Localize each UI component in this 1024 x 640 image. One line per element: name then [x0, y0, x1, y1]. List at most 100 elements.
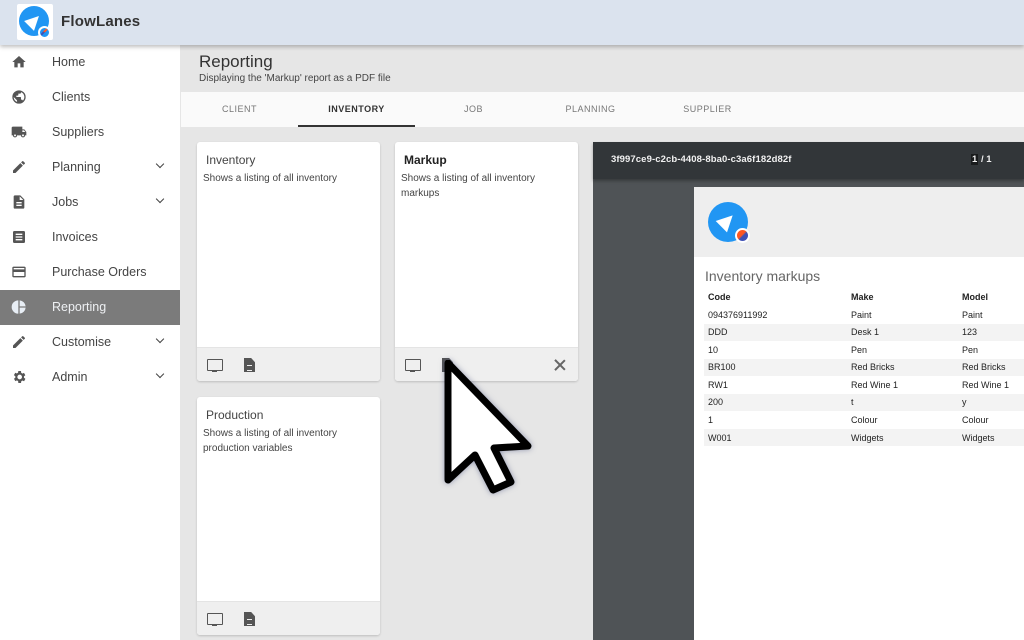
table-row: 200 t y — [704, 393, 1024, 411]
report-description: Shows a listing of all inventory — [203, 173, 337, 184]
view-on-screen-icon[interactable] — [207, 357, 223, 373]
sidebar-item-jobs[interactable]: Jobs — [0, 185, 180, 220]
pdf-toolbar: 3f997ce9-c2cb-4408-8ba0-c3a6f182d82f 1 /… — [593, 142, 1024, 179]
table-cell: 094376911992 — [704, 305, 847, 324]
table-cell: Widgets — [958, 428, 1024, 446]
sidebar-item-label: Jobs — [52, 195, 79, 209]
report-category-tabs: CLIENT INVENTORY JOB PLANNING SUPPLIER — [181, 92, 1024, 127]
sidebar-item-label: Clients — [52, 90, 91, 104]
table-cell: W001 — [704, 428, 847, 446]
report-title: Markup — [404, 153, 447, 167]
table-cell: Red Bricks — [958, 358, 1024, 376]
table-cell: Paint — [958, 305, 1024, 324]
pdf-document-icon[interactable] — [242, 357, 258, 373]
report-actions — [197, 601, 380, 635]
sidebar-item-label: Invoices — [52, 230, 98, 244]
sidebar-item-planning[interactable]: Planning — [0, 150, 180, 185]
navigation-arrow-icon — [708, 202, 750, 243]
chevron-down-icon[interactable] — [154, 370, 166, 382]
list-icon — [11, 229, 27, 245]
column-header: Model — [962, 292, 988, 303]
table-cell: 123 — [958, 323, 1024, 341]
tab-inventory[interactable]: INVENTORY — [298, 92, 415, 127]
view-on-screen-icon[interactable] — [207, 611, 223, 627]
table-cell: Pen — [958, 340, 1024, 359]
report-actions — [395, 347, 578, 381]
sidebar-item-clients[interactable]: Clients — [0, 80, 180, 115]
sidebar-item-purchase-orders[interactable]: Purchase Orders — [0, 255, 180, 290]
table-row: DDD Desk 1 123 — [704, 323, 1024, 341]
pdf-document-title: Inventory markups — [705, 268, 821, 284]
table-cell: Red Bricks — [847, 358, 958, 376]
table-row: BR100 Red Bricks Red Bricks — [704, 358, 1024, 376]
chevron-down-icon[interactable] — [154, 160, 166, 172]
page-subtitle: Displaying the 'Markup' report as a PDF … — [199, 73, 391, 84]
report-description: Shows a listing of all inventory markups — [401, 173, 535, 199]
pencil-icon — [11, 334, 27, 350]
pdf-filename: 3f997ce9-c2cb-4408-8ba0-c3a6f182d82f — [611, 154, 792, 165]
page-title: Reporting — [199, 52, 273, 71]
column-header: Code — [708, 292, 731, 303]
table-cell: t — [847, 393, 958, 411]
sidebar-item-admin[interactable]: Admin — [0, 360, 180, 395]
current-page-input[interactable]: 1 — [971, 154, 979, 165]
pie-chart-icon — [11, 299, 27, 315]
table-cell: Colour — [847, 410, 958, 429]
page-indicator: 1 / 1 — [971, 154, 992, 165]
tab-job[interactable]: JOB — [415, 92, 532, 127]
table-cell: DDD — [704, 323, 847, 341]
table-cell: Pen — [847, 340, 958, 359]
table-cell: Paint — [847, 305, 958, 324]
table-cell: 200 — [704, 393, 847, 411]
app-logo[interactable] — [17, 4, 53, 40]
table-cell: y — [958, 393, 1024, 411]
document-icon — [11, 194, 27, 210]
report-description: Shows a listing of all inventory product… — [203, 428, 337, 454]
report-card-production[interactable]: Production Shows a listing of all invent… — [197, 397, 380, 635]
table-cell: Widgets — [847, 428, 958, 446]
table-cell: Colour — [958, 410, 1024, 429]
sidebar-item-reporting[interactable]: Reporting — [0, 290, 180, 325]
report-card-markup[interactable]: Markup Shows a listing of all inventory … — [395, 142, 578, 381]
globe-icon — [11, 89, 27, 105]
home-icon — [11, 54, 27, 70]
close-icon[interactable] — [552, 357, 568, 373]
tab-planning[interactable]: PLANNING — [532, 92, 649, 127]
report-title: Production — [206, 408, 264, 422]
tab-client[interactable]: CLIENT — [181, 92, 298, 127]
table-cell: 10 — [704, 340, 847, 359]
pdf-viewer[interactable]: Inventory markups Code Make Model 094376… — [593, 142, 1024, 640]
sidebar-item-suppliers[interactable]: Suppliers — [0, 115, 180, 150]
sidebar: Home Clients Suppliers Planning Jobs Inv… — [0, 45, 180, 640]
truck-icon — [11, 124, 27, 140]
page-total: / 1 — [980, 154, 992, 165]
pdf-page: Inventory markups Code Make Model 094376… — [694, 187, 1024, 640]
sidebar-item-label: Home — [52, 55, 86, 69]
sidebar-item-label: Admin — [52, 370, 88, 384]
app-title: FlowLanes — [61, 13, 141, 30]
markup-table: Code Make Model 094376911992 Paint Paint DD… — [704, 289, 1024, 446]
chevron-down-icon[interactable] — [154, 335, 166, 347]
report-title: Inventory — [206, 153, 256, 167]
report-actions — [197, 347, 380, 381]
column-header: Make — [851, 292, 874, 303]
table-cell: Red Wine 1 — [847, 375, 958, 394]
sidebar-item-label: Suppliers — [52, 125, 105, 139]
table-row: 094376911992 Paint Paint — [704, 305, 1024, 324]
table-cell: Red Wine 1 — [958, 375, 1024, 394]
pdf-document-icon[interactable] — [440, 357, 456, 373]
table-cell: 1 — [704, 410, 847, 429]
sidebar-item-invoices[interactable]: Invoices — [0, 220, 180, 255]
sidebar-item-label: Planning — [52, 160, 101, 174]
view-on-screen-icon[interactable] — [405, 357, 421, 373]
tab-supplier[interactable]: SUPPLIER — [649, 92, 766, 127]
pdf-document-icon[interactable] — [242, 611, 258, 627]
chevron-down-icon[interactable] — [154, 195, 166, 207]
compass-icon — [38, 26, 51, 39]
sidebar-item-customise[interactable]: Customise — [0, 325, 180, 360]
table-cell: BR100 — [704, 358, 847, 376]
sidebar-item-label: Reporting — [52, 300, 107, 314]
gear-icon — [11, 369, 27, 385]
report-card-inventory[interactable]: Inventory Shows a listing of all invento… — [197, 142, 380, 381]
sidebar-item-home[interactable]: Home — [0, 45, 180, 80]
